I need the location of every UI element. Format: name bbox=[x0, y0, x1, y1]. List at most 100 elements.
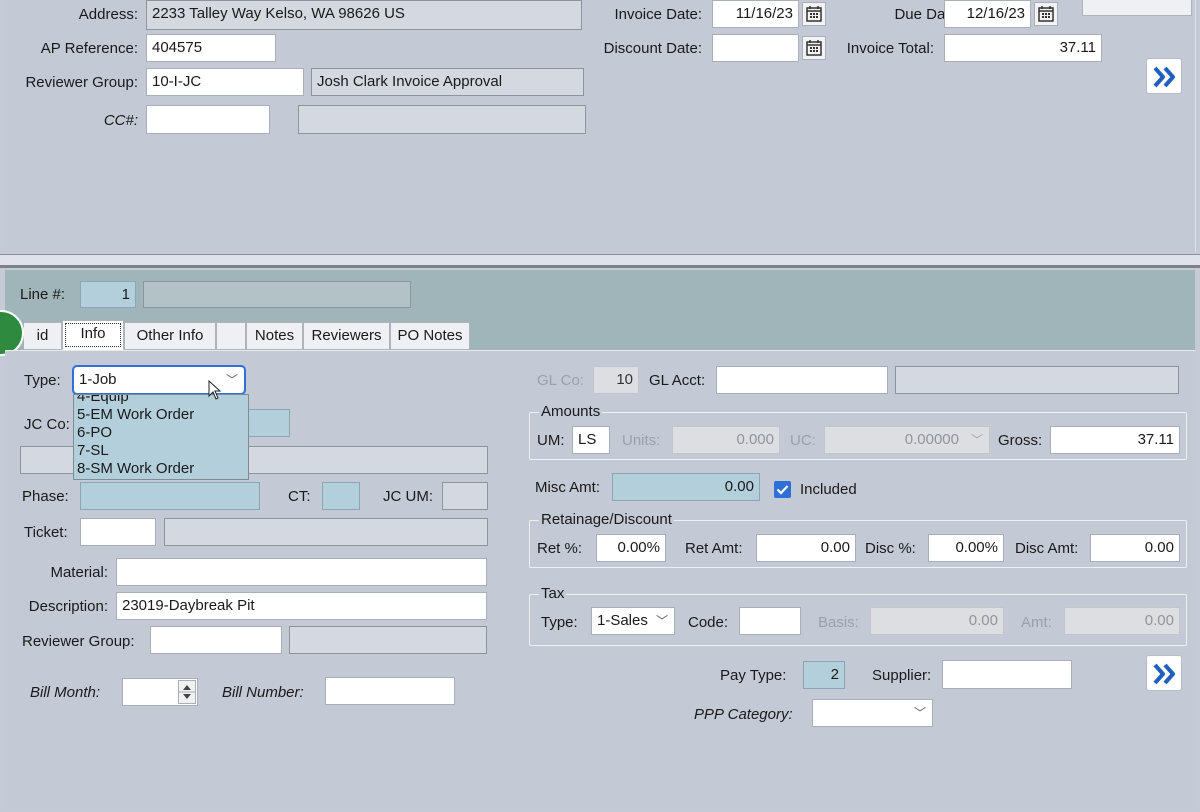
double-chevron-right-icon bbox=[1153, 663, 1175, 685]
discount-date-label: Discount Date: bbox=[603, 40, 702, 57]
type-option[interactable]: 7-SL bbox=[77, 442, 109, 460]
type-option[interactable]: 5-EM Work Order bbox=[77, 406, 194, 424]
phase-input[interactable] bbox=[80, 482, 260, 510]
calendar-icon bbox=[1038, 6, 1054, 22]
bill-month-spinner[interactable] bbox=[178, 680, 196, 704]
cc-label: CC#: bbox=[103, 112, 138, 129]
invoice-date-input[interactable]: 11/16/23 bbox=[712, 0, 799, 28]
address-field[interactable]: 2233 Talley Way Kelso, WA 98626 US bbox=[146, 0, 582, 30]
tax-code-input[interactable] bbox=[739, 607, 801, 635]
ct-input[interactable] bbox=[322, 482, 360, 510]
disc-pct-input[interactable]: 0.00% bbox=[928, 534, 1004, 562]
ppp-category-select[interactable]: ﹀ bbox=[812, 699, 933, 727]
discount-date-input[interactable] bbox=[712, 34, 799, 62]
units-label: Units: bbox=[622, 432, 661, 449]
type-select-value: 1-Job bbox=[79, 371, 117, 388]
reviewer-group-description: Josh Clark Invoice Approval bbox=[311, 68, 584, 96]
gl-co-field: 10 bbox=[593, 366, 639, 394]
bill-month-label: Bill Month: bbox=[30, 684, 101, 701]
ticket-input[interactable] bbox=[80, 518, 156, 546]
tax-basis-label: Basis: bbox=[818, 614, 859, 631]
type-option[interactable]: 4-Equip bbox=[77, 395, 129, 406]
gl-acct-description bbox=[895, 366, 1179, 394]
retainage-discount-group-title: Retainage/Discount bbox=[539, 510, 674, 530]
supplier-input[interactable] bbox=[942, 660, 1072, 689]
type-option[interactable]: 8-SM Work Order bbox=[77, 460, 194, 478]
due-date-input[interactable]: 12/16/23 bbox=[944, 0, 1031, 28]
invoice-date-calendar-button[interactable] bbox=[802, 2, 826, 26]
gross-label: Gross: bbox=[998, 432, 1043, 449]
reviewer-group-label: Reviewer Group: bbox=[25, 74, 138, 91]
uc-label: UC: bbox=[790, 432, 816, 449]
gl-co-label: GL Co: bbox=[537, 372, 584, 389]
gl-acct-label: GL Acct: bbox=[649, 372, 706, 389]
tax-group-title: Tax bbox=[539, 584, 567, 604]
description-label: Description: bbox=[28, 598, 108, 615]
address-label: Address: bbox=[78, 6, 138, 23]
jc-um-label: JC UM: bbox=[383, 488, 433, 505]
line-reviewer-group-input[interactable] bbox=[150, 626, 282, 654]
um-label: UM: bbox=[537, 432, 565, 449]
tab-po-notes[interactable]: PO Notes bbox=[390, 322, 470, 350]
tab-notes[interactable]: Notes bbox=[246, 322, 303, 350]
double-chevron-right-icon bbox=[1153, 66, 1175, 88]
material-label: Material: bbox=[50, 564, 108, 581]
line-description bbox=[143, 281, 411, 308]
cc-description bbox=[298, 105, 586, 134]
description-input[interactable]: 23019-Daybreak Pit bbox=[116, 592, 487, 620]
material-input[interactable] bbox=[116, 558, 487, 586]
pane-splitter[interactable] bbox=[0, 254, 1200, 268]
tax-type-select-value: 1-Sales bbox=[597, 612, 648, 629]
tab-other-info[interactable]: Other Info bbox=[124, 322, 216, 350]
spin-up-down-icon bbox=[179, 685, 195, 699]
phase-label: Phase: bbox=[22, 488, 69, 505]
misc-amt-input[interactable]: 0.00 bbox=[612, 473, 760, 501]
ret-pct-label: Ret %: bbox=[537, 540, 583, 557]
due-date-calendar-button[interactable] bbox=[1034, 2, 1058, 26]
ticket-description bbox=[164, 518, 488, 546]
invoice-total-input[interactable]: 37.11 bbox=[944, 34, 1102, 62]
disc-amt-input[interactable]: 0.00 bbox=[1090, 534, 1180, 562]
included-label: Included bbox=[800, 481, 857, 498]
jc-co-input[interactable] bbox=[246, 409, 290, 437]
chevron-down-icon: ﹀ bbox=[655, 614, 668, 628]
tab-blank[interactable] bbox=[216, 322, 246, 350]
mouse-cursor-icon bbox=[208, 380, 222, 400]
tab-grid[interactable]: id bbox=[24, 322, 62, 350]
ct-label: CT: bbox=[288, 488, 311, 505]
disc-pct-label: Disc %: bbox=[865, 540, 916, 557]
chevron-down-icon: ﹀ bbox=[225, 373, 238, 387]
line-number-input[interactable]: 1 bbox=[80, 281, 136, 308]
approve-all-button-clipped[interactable] bbox=[1082, 0, 1192, 16]
tab-reviewers[interactable]: Reviewers bbox=[303, 322, 390, 350]
gross-input[interactable]: 37.11 bbox=[1050, 426, 1180, 454]
tax-basis-field: 0.00 bbox=[870, 607, 1004, 635]
line-reviewer-group-label: Reviewer Group: bbox=[22, 633, 135, 650]
reviewer-group-input[interactable]: 10-I-JC bbox=[146, 68, 304, 96]
type-dropdown-list: 4-Equip 5-EM Work Order 6-PO 7-SL 8-SM W… bbox=[73, 394, 249, 480]
ppp-category-label: PPP Category: bbox=[694, 706, 793, 723]
cc-input[interactable] bbox=[146, 105, 270, 134]
disc-amt-label: Disc Amt: bbox=[1015, 540, 1079, 557]
type-label: Type: bbox=[24, 372, 61, 389]
pay-type-input[interactable]: 2 bbox=[803, 661, 845, 689]
ticket-label: Ticket: bbox=[24, 524, 68, 541]
included-checkbox[interactable] bbox=[774, 481, 791, 498]
chevron-down-icon: ﹀ bbox=[913, 706, 926, 720]
gl-acct-input[interactable] bbox=[716, 366, 888, 394]
bill-number-input[interactable] bbox=[325, 677, 455, 705]
line-reviewer-group-description bbox=[289, 626, 487, 654]
ap-reference-input[interactable]: 404575 bbox=[146, 34, 276, 62]
ret-amt-label: Ret Amt: bbox=[685, 540, 743, 557]
header-expand-button[interactable] bbox=[1146, 58, 1182, 94]
ret-amt-input[interactable]: 0.00 bbox=[756, 534, 856, 562]
ret-pct-input[interactable]: 0.00% bbox=[596, 534, 666, 562]
type-option[interactable]: 6-PO bbox=[77, 424, 112, 442]
um-input[interactable]: LS bbox=[572, 426, 610, 454]
jc-co-label: JC Co: bbox=[24, 416, 70, 433]
tax-type-select[interactable]: 1-Sales ﹀ bbox=[591, 607, 675, 635]
line-expand-button[interactable] bbox=[1146, 655, 1182, 691]
invoice-date-label: Invoice Date: bbox=[614, 6, 702, 23]
tab-info[interactable]: Info bbox=[62, 320, 124, 350]
units-field: 0.000 bbox=[672, 426, 780, 454]
